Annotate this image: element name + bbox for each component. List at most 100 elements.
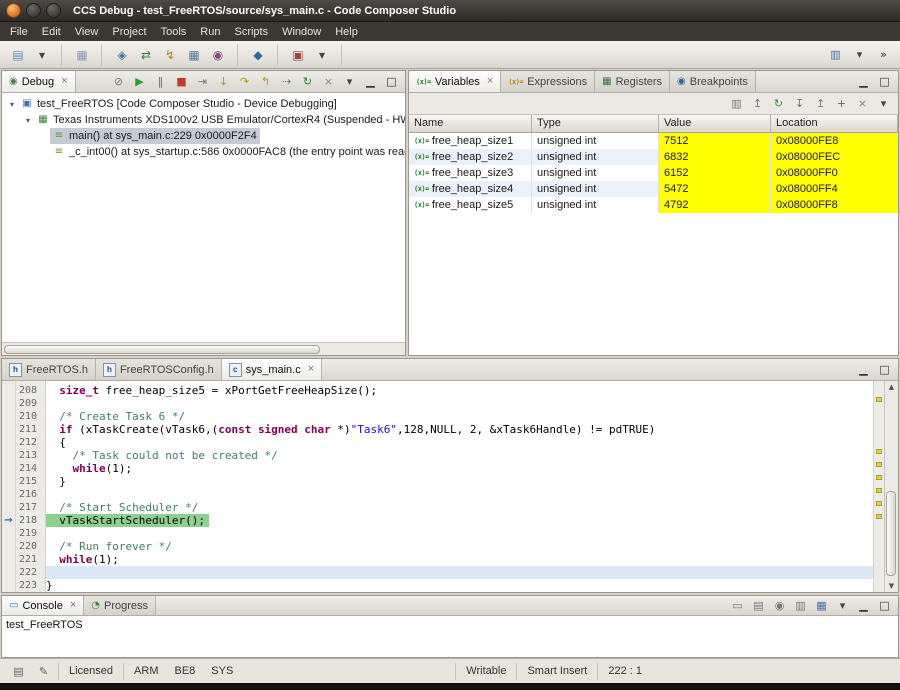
suspend-button[interactable]: ‖ — [151, 72, 170, 91]
code-line[interactable]: /* Run forever */ — [46, 540, 873, 553]
debug-tree-row[interactable]: ≡main() at sys_main.c:229 0x0000F2F4 — [2, 128, 405, 144]
expander-icon[interactable]: ▾ — [6, 100, 18, 109]
occurrence-marker[interactable] — [876, 501, 882, 506]
resume-button[interactable]: ▶ — [130, 72, 149, 91]
occurrence-marker[interactable] — [876, 475, 882, 480]
close-tab-icon[interactable]: × — [487, 76, 493, 87]
import-button[interactable]: ↧ — [790, 94, 809, 113]
minimize-button[interactable]: ▁ — [854, 360, 873, 379]
instruction-step-button[interactable]: ⇢ — [277, 72, 296, 91]
occurrence-marker[interactable] — [876, 488, 882, 493]
debug-horizontal-scrollbar[interactable] — [2, 342, 405, 355]
open-console-button[interactable]: ▦ — [812, 596, 831, 615]
console-output[interactable]: test_FreeRTOS — [2, 616, 898, 657]
perspective-button[interactable]: ▥ — [826, 45, 845, 64]
minimize-button[interactable]: ▁ — [361, 72, 380, 91]
expander-icon[interactable]: ▾ — [22, 116, 34, 125]
maximize-button[interactable]: □ — [875, 360, 894, 379]
debug-config-button[interactable]: ◈ — [111, 44, 133, 66]
column-header-location[interactable]: Location — [771, 115, 898, 132]
menu-view[interactable]: View — [68, 24, 106, 40]
debug-tree-row[interactable]: ▾▦Texas Instruments XDS100v2 USB Emulato… — [2, 112, 405, 128]
close-window-button[interactable] — [6, 3, 21, 18]
step-into-button[interactable]: ↓ — [214, 72, 233, 91]
pin-console-button[interactable]: ◉ — [770, 596, 789, 615]
overflow-button[interactable]: » — [874, 45, 893, 64]
menu-file[interactable]: File — [3, 24, 35, 40]
code-line[interactable]: while(1); — [46, 462, 873, 475]
watchpoint-button[interactable]: ◉ — [207, 44, 229, 66]
console-tab-console[interactable]: ▭Console× — [2, 596, 84, 615]
code-line[interactable]: size_t free_heap_size5 = xPortGetFreeHea… — [46, 384, 873, 397]
variable-row[interactable]: (x)=free_heap_size1unsigned int75120x080… — [409, 133, 898, 149]
code-line[interactable]: /* Task could not be created */ — [46, 449, 873, 462]
overview-ruler[interactable] — [873, 381, 884, 592]
scroll-up-icon[interactable]: ▲ — [885, 381, 898, 393]
minimize-window-button[interactable] — [26, 3, 41, 18]
menu-window[interactable]: Window — [275, 24, 328, 40]
view-menu-button[interactable]: ▾ — [340, 72, 359, 91]
variable-row[interactable]: (x)=free_heap_size2unsigned int68320x080… — [409, 149, 898, 165]
close-tab-icon[interactable]: × — [308, 364, 314, 375]
save-button[interactable]: ▦ — [71, 44, 93, 66]
scroll-lock-button[interactable]: ▤ — [749, 596, 768, 615]
view-menu-button[interactable]: ▾ — [874, 94, 893, 113]
add-watch-button[interactable]: + — [832, 94, 851, 113]
editor-vertical-scrollbar[interactable]: ▲ ▼ — [884, 381, 898, 592]
code-line[interactable] — [46, 566, 873, 579]
column-header-name[interactable]: Name — [409, 115, 532, 132]
code-line[interactable] — [46, 527, 873, 540]
remove-button[interactable]: × — [853, 94, 872, 113]
code-line[interactable]: /* Create Task 6 */ — [46, 410, 873, 423]
code-line[interactable]: if (xTaskCreate(vTask6,(const signed cha… — [46, 423, 873, 436]
maximize-button[interactable]: □ — [875, 72, 894, 91]
variable-row[interactable]: (x)=free_heap_size4unsigned int54720x080… — [409, 181, 898, 197]
refresh-button[interactable]: ↻ — [769, 94, 788, 113]
step-over-button[interactable]: ↷ — [235, 72, 254, 91]
edit-mode-button[interactable]: ✎ — [34, 662, 53, 681]
collapse-all-button[interactable]: ↥ — [748, 94, 767, 113]
menu-tools[interactable]: Tools — [154, 24, 194, 40]
flash-button[interactable]: ↯ — [159, 44, 181, 66]
menu-edit[interactable]: Edit — [35, 24, 68, 40]
code-area[interactable]: size_t free_heap_size5 = xPortGetFreeHea… — [46, 381, 873, 592]
clear-console-button[interactable]: ▭ — [728, 596, 747, 615]
maximize-button[interactable]: □ — [382, 72, 401, 91]
console-tab-progress[interactable]: ◔Progress — [84, 596, 156, 615]
dropdown-button[interactable]: ▾ — [850, 45, 869, 64]
connect-button[interactable]: ⇄ — [135, 44, 157, 66]
menu-help[interactable]: Help — [328, 24, 365, 40]
variables-tab-registers[interactable]: ▦Registers — [595, 71, 670, 92]
annotation-ruler[interactable]: → — [2, 381, 16, 592]
show-type-names-button[interactable]: ▥ — [727, 94, 746, 113]
code-line[interactable] — [46, 488, 873, 501]
editor-tab-freertos-h[interactable]: hFreeRTOS.h — [2, 359, 96, 380]
menu-project[interactable]: Project — [105, 24, 153, 40]
scrollbar-thumb[interactable] — [886, 491, 896, 576]
remove-all-button[interactable]: × — [319, 72, 338, 91]
maximize-window-button[interactable] — [46, 3, 61, 18]
dropdown-button[interactable]: ▾ — [31, 44, 53, 66]
occurrence-marker[interactable] — [876, 462, 882, 467]
memory-button[interactable]: ▦ — [183, 44, 205, 66]
editor-tab-freertosconfig-h[interactable]: hFreeRTOSConfig.h — [96, 359, 222, 380]
minimize-button[interactable]: ▁ — [854, 596, 873, 615]
code-line[interactable]: /* Start Scheduler */ — [46, 501, 873, 514]
terminate-button[interactable]: ■ — [172, 72, 191, 91]
maximize-button[interactable]: □ — [875, 596, 894, 615]
minimize-button[interactable]: ▁ — [854, 72, 873, 91]
bookmark-button[interactable]: ◆ — [247, 44, 269, 66]
column-header-type[interactable]: Type — [532, 115, 659, 132]
restart-button[interactable]: ↻ — [298, 72, 317, 91]
new-file-button[interactable]: ▤ — [7, 44, 29, 66]
dropdown-button[interactable]: ▾ — [311, 44, 333, 66]
export-button[interactable]: ↥ — [811, 94, 830, 113]
code-line[interactable]: } — [46, 579, 873, 592]
occurrence-marker[interactable] — [876, 514, 882, 519]
code-line[interactable]: vTaskStartScheduler(); — [46, 514, 873, 527]
code-line[interactable]: while(1); — [46, 553, 873, 566]
occurrence-marker[interactable] — [876, 397, 882, 402]
close-tab-icon[interactable]: × — [70, 600, 76, 611]
variables-tab-expressions[interactable]: (x)=Expressions — [501, 71, 595, 92]
scrollbar-thumb[interactable] — [4, 345, 320, 354]
